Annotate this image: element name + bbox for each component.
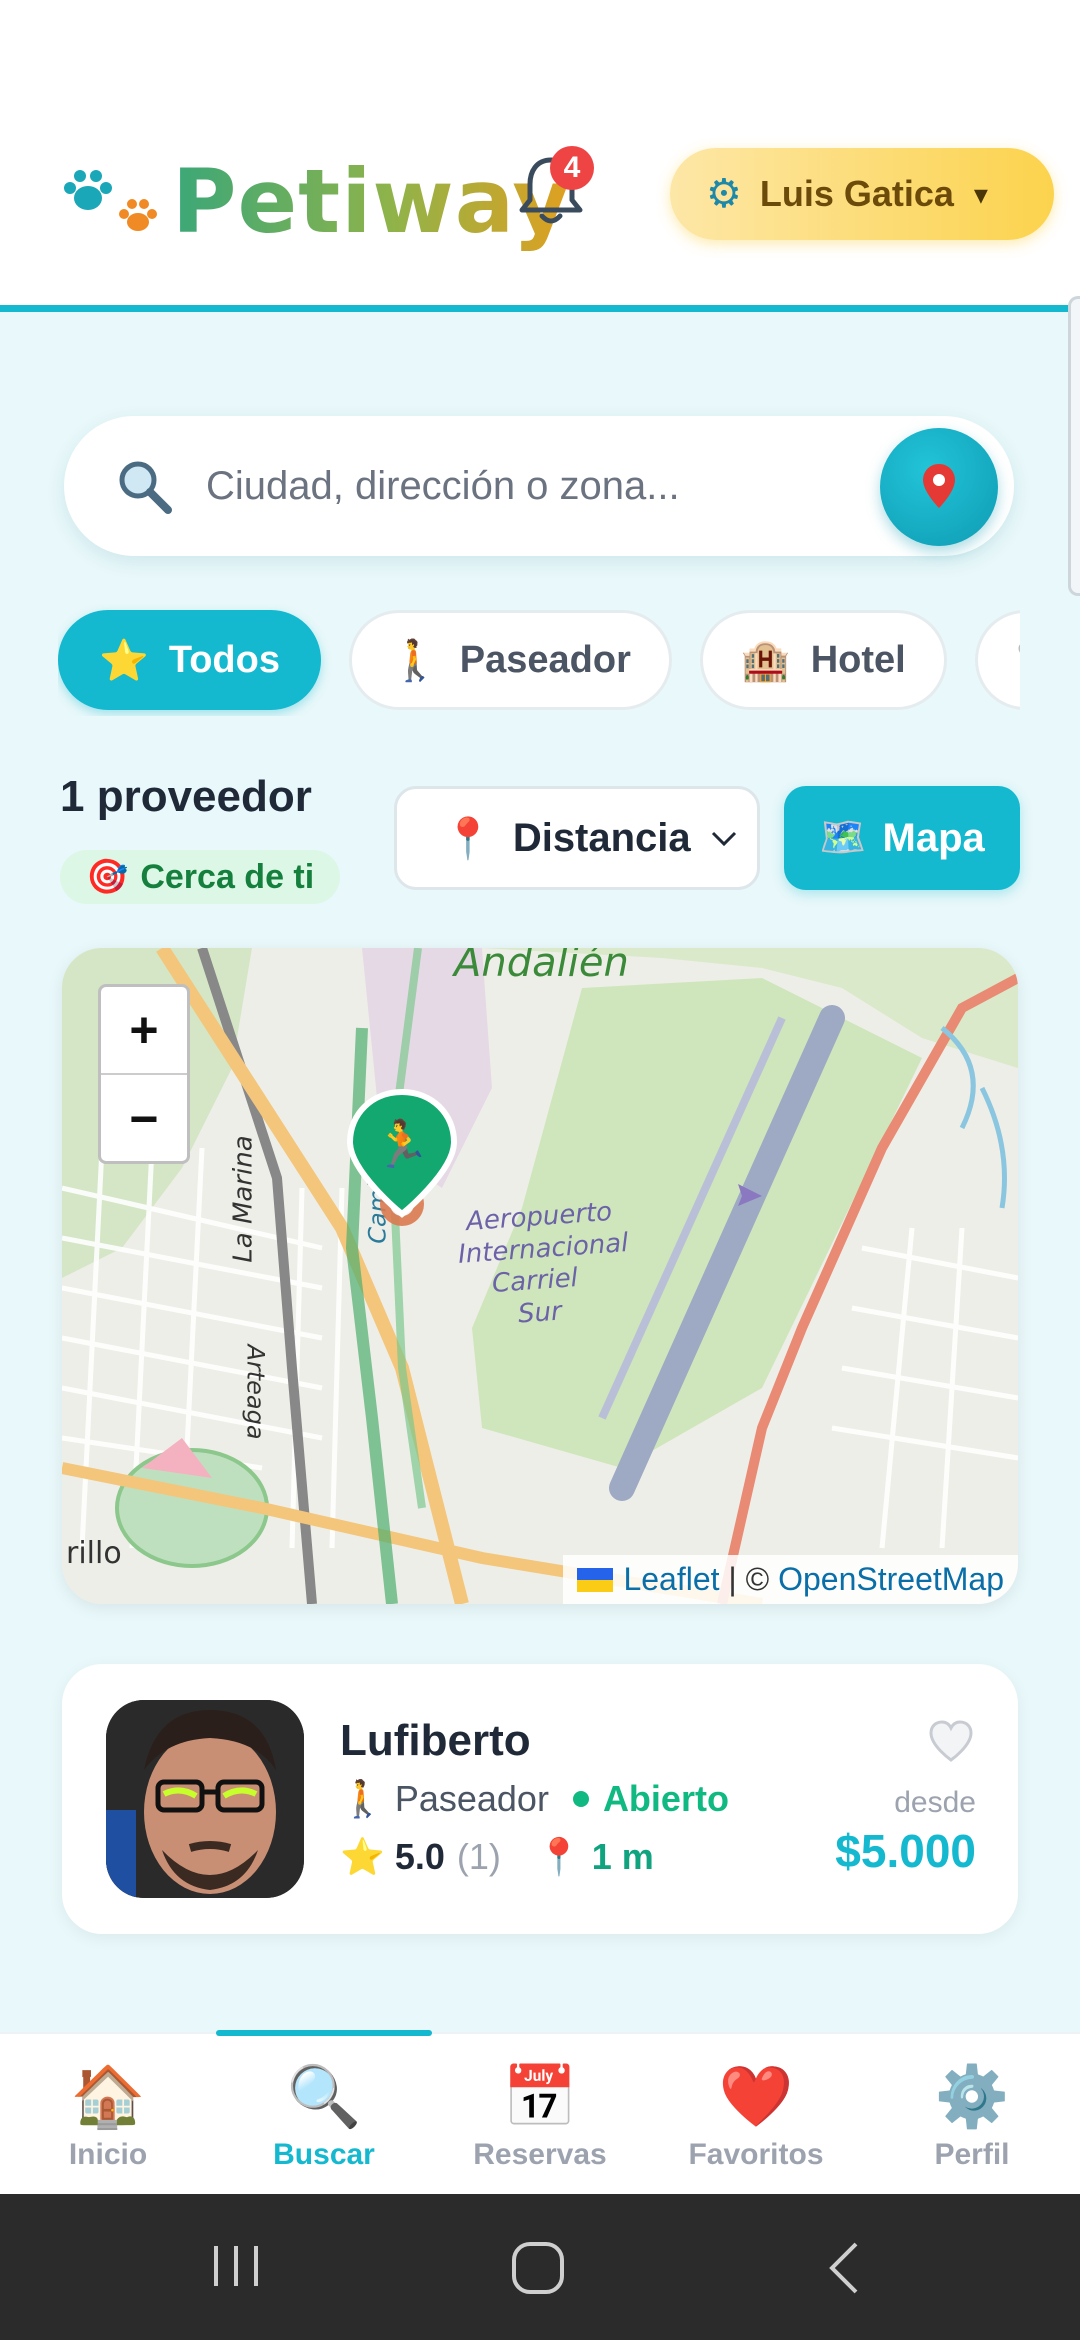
filter-chip-label: Hotel [810, 638, 906, 681]
attribution-separator: | © [719, 1561, 779, 1597]
target-icon: 🎯 [86, 858, 129, 896]
notifications-badge: 4 [550, 146, 594, 190]
filter-chip-label: Todos [168, 638, 280, 681]
nav-item-perfil[interactable]: ⚙️ Perfil [864, 2034, 1080, 2194]
walker-icon: 🚶 [340, 1778, 385, 1819]
user-name: Luis Gatica [759, 173, 954, 214]
search-icon [119, 461, 172, 514]
gear-icon: ⚙️ [934, 2063, 1010, 2130]
scrollbar[interactable] [1068, 296, 1080, 596]
nav-item-inicio[interactable]: 🏠 Inicio [0, 2034, 216, 2194]
filter-chip-paseador[interactable]: 🚶 Paseador [348, 610, 672, 710]
map-label-street: Arteaga [241, 1344, 270, 1440]
app-logo[interactable]: Petiway [58, 150, 571, 253]
map-zoom-controls: + − [98, 984, 190, 1164]
calendar-icon: 📅 [502, 2063, 578, 2130]
map-label-street: La Marina [228, 1135, 259, 1263]
sort-selected-value: Distancia [512, 815, 691, 860]
walker-icon: 🚶 [389, 638, 440, 683]
results-count: 1 proveedor [60, 772, 312, 821]
openstreetmap-link[interactable]: OpenStreetMap [778, 1561, 1004, 1598]
near-you-badge: 🎯 Cerca de ti [60, 850, 341, 904]
favorite-heart-icon[interactable] [928, 1720, 974, 1762]
home-icon: 🏠 [70, 2063, 146, 2130]
nav-label: Perfil [934, 2138, 1010, 2171]
bottom-navigation: 🏠 Inicio 🔍 Buscar 📅 Reservas ❤️ Favorito… [0, 2030, 1080, 2194]
provider-status: Abierto [602, 1778, 729, 1819]
brand-name: Petiway [172, 150, 571, 253]
provider-reviews: (1) [456, 1836, 501, 1877]
near-you-label: Cerca de ti [140, 857, 315, 896]
nav-label: Reservas [473, 2138, 607, 2171]
map-label-edge: rillo [66, 1536, 122, 1571]
nav-label: Inicio [68, 2138, 148, 2171]
user-menu-button[interactable]: ⚙ Luis Gatica ▾ [670, 148, 1054, 240]
search-input[interactable] [206, 463, 846, 509]
leaflet-link[interactable]: Leaflet [623, 1561, 719, 1598]
map-toggle-label: Mapa [882, 815, 985, 860]
paw-logo-icon [58, 162, 168, 242]
provider-avatar [106, 1700, 304, 1898]
nav-item-reservas[interactable]: 📅 Reservas [432, 2034, 648, 2194]
recent-apps-icon[interactable] [208, 2238, 264, 2294]
provider-name: Lufiberto [340, 1716, 531, 1765]
price-prefix: desde [894, 1786, 976, 1819]
location-pin-icon: 📍 [536, 1836, 582, 1877]
status-dot [572, 1791, 589, 1807]
stethoscope-icon: 🩺 [1016, 637, 1020, 684]
star-icon: ⭐ [340, 1836, 385, 1877]
provider-card[interactable]: Lufiberto 🚶 Paseador Abierto ⭐ 5.0 (1) 📍… [62, 1664, 1018, 1934]
filter-chip-label: Paseador [459, 638, 631, 681]
locate-me-button[interactable] [880, 428, 998, 546]
svg-text:🏃: 🏃 [373, 1118, 430, 1170]
map-view[interactable]: Andalién La Marina Arteaga Camino Aeropu… [62, 948, 1018, 1604]
search-bar [64, 416, 1014, 556]
location-pin-icon [923, 464, 955, 508]
map-label-airport: Carriel [491, 1263, 579, 1299]
zoom-out-button[interactable]: − [101, 1075, 187, 1163]
map-toggle-button[interactable]: 🗺️ Mapa [784, 786, 1020, 890]
category-filters: ⭐ Todos 🚶 Paseador 🏨 Hotel 🩺 [58, 604, 1020, 716]
heart-icon: ❤️ [718, 2063, 794, 2130]
back-icon[interactable] [820, 2238, 870, 2298]
map-icon: 🗺️ [819, 817, 867, 859]
map-label-airport: Sur [517, 1296, 563, 1330]
gear-icon: ⚙ [706, 172, 742, 216]
provider-price: $5.000 [835, 1825, 976, 1877]
hotel-icon: 🏨 [740, 638, 791, 683]
chevron-down-icon [711, 831, 737, 847]
zoom-in-button[interactable]: + [101, 987, 187, 1075]
nav-item-favoritos[interactable]: ❤️ Favoritos [648, 2034, 864, 2194]
filter-chip-todos[interactable]: ⭐ Todos [58, 610, 321, 710]
star-icon: ⭐ [99, 638, 149, 683]
provider-meta: 🚶 Paseador Abierto [340, 1778, 729, 1820]
provider-stats: ⭐ 5.0 (1) 📍 1 m [340, 1836, 654, 1878]
filter-chip-vet[interactable]: 🩺 [974, 610, 1020, 710]
app-header: Petiway 4 ⚙ Luis Gatica ▾ [0, 0, 1080, 312]
ukraine-flag-icon [577, 1567, 614, 1592]
nav-label: Buscar [273, 2138, 375, 2171]
provider-type: Paseador [394, 1778, 549, 1819]
filter-chip-hotel[interactable]: 🏨 Hotel [699, 610, 947, 710]
map-attribution: Leaflet | © OpenStreetMap [563, 1555, 1018, 1604]
map-label-area: Andalién [454, 948, 629, 986]
nav-item-buscar[interactable]: 🔍 Buscar [216, 2030, 432, 2194]
system-navigation-bar [0, 2194, 1080, 2340]
search-icon: 🔍 [286, 2063, 362, 2130]
location-pin-icon: 📍 [443, 816, 493, 861]
provider-distance: 1 m [591, 1836, 654, 1877]
chevron-down-icon: ▾ [973, 178, 988, 210]
provider-rating: 5.0 [394, 1836, 445, 1877]
sort-select[interactable]: 📍 Distancia [394, 786, 760, 890]
home-button-icon[interactable] [508, 2238, 568, 2298]
nav-label: Favoritos [688, 2138, 824, 2171]
